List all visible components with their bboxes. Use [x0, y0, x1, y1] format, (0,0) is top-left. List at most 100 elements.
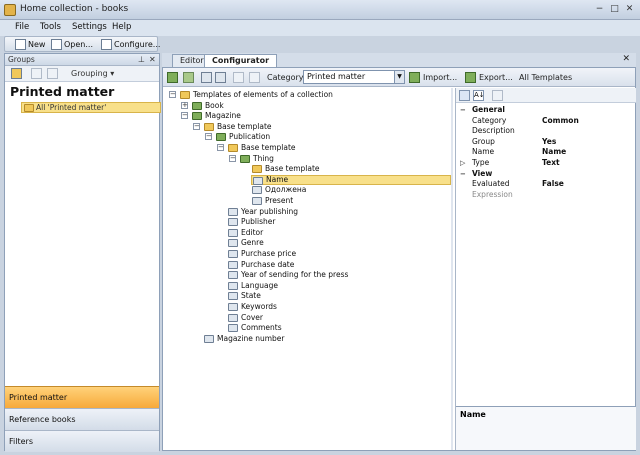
- delete-group-icon[interactable]: [47, 68, 58, 79]
- property-pages-icon[interactable]: [492, 90, 503, 101]
- nav-reference-books[interactable]: Reference books: [5, 408, 159, 430]
- property-row[interactable]: Description: [456, 126, 636, 136]
- property-value[interactable]: Yes: [542, 137, 556, 147]
- configure-button[interactable]: Configure...: [101, 38, 160, 51]
- tree-node[interactable]: Base template: [251, 164, 320, 174]
- tree-node[interactable]: Purchase date: [227, 260, 294, 270]
- categorized-icon[interactable]: [459, 90, 470, 101]
- tree-node[interactable]: Publisher: [227, 217, 275, 227]
- menu-help[interactable]: Help: [112, 22, 131, 32]
- tree-node[interactable]: Cover: [227, 313, 263, 323]
- export-button[interactable]: Export...: [479, 73, 513, 82]
- collapse-icon[interactable]: −: [169, 91, 176, 98]
- groups-panel: Groups ⊥ ✕ Grouping ▾ Printed matter All…: [4, 53, 161, 452]
- groups-close-icon[interactable]: ✕: [149, 54, 156, 66]
- collapse-icon[interactable]: −: [229, 154, 236, 162]
- collapse-icon[interactable]: −: [205, 133, 212, 141]
- open-button[interactable]: Open...: [51, 38, 93, 51]
- property-grid: A↓ − General Category Common Description Grou…: [455, 88, 636, 450]
- close-button[interactable]: ✕: [624, 4, 635, 15]
- tree-node[interactable]: Present: [251, 196, 293, 206]
- property-row[interactable]: Group Yes: [456, 137, 636, 147]
- expand-icon[interactable]: +: [181, 101, 188, 109]
- property-category[interactable]: − View: [456, 169, 636, 179]
- tree-node[interactable]: Name: [251, 174, 451, 185]
- property-row[interactable]: Expression: [456, 190, 636, 200]
- property-description: Name: [456, 406, 636, 450]
- tree-node[interactable]: Editor: [227, 228, 263, 238]
- tree-node[interactable]: Magazine number: [203, 334, 284, 344]
- collapse-icon[interactable]: −: [217, 144, 224, 151]
- collapse-icon[interactable]: −: [460, 169, 466, 179]
- menu-tools[interactable]: Tools: [40, 22, 61, 32]
- tree-splitter[interactable]: [451, 88, 453, 450]
- property-row[interactable]: ▷ Type Text: [456, 158, 636, 168]
- property-value[interactable]: Common: [542, 116, 579, 126]
- groups-toolbar: Grouping ▾: [5, 66, 159, 82]
- collapse-icon[interactable]: −: [193, 122, 200, 130]
- add-template-icon[interactable]: [167, 72, 178, 83]
- template-icon: [216, 133, 226, 142]
- category-select[interactable]: Printed matter ▼: [303, 70, 405, 84]
- import-button[interactable]: Import...: [423, 73, 457, 82]
- menu-settings[interactable]: Settings: [72, 22, 107, 32]
- tree-node[interactable]: Year of sending for the press: [227, 270, 348, 280]
- property-row[interactable]: Evaluated False: [456, 179, 636, 189]
- tree-node[interactable]: Year publishing: [227, 207, 298, 217]
- move-down-icon[interactable]: [249, 72, 260, 83]
- nav-filters[interactable]: Filters: [5, 430, 159, 452]
- tree-node-label: Year publishing: [241, 206, 298, 216]
- tree-node[interactable]: + Book: [181, 101, 224, 111]
- new-button-label: New: [28, 40, 46, 49]
- tab-configurator[interactable]: Configurator: [204, 54, 278, 68]
- pin-icon[interactable]: ⊥: [138, 54, 145, 66]
- tree-node[interactable]: − Publication: [205, 132, 270, 142]
- expand-icon[interactable]: ▷: [460, 158, 465, 168]
- tree-node[interactable]: Purchase price: [227, 249, 296, 259]
- collapse-icon[interactable]: −: [460, 105, 466, 115]
- property-row[interactable]: Name Name: [456, 147, 636, 157]
- tree-node[interactable]: − Magazine: [181, 111, 241, 121]
- groups-header-title: Groups: [8, 55, 35, 64]
- tab-close-icon[interactable]: ✕: [622, 54, 630, 64]
- tree-node-label: Language: [241, 280, 279, 290]
- edit-group-icon[interactable]: [31, 68, 42, 79]
- configure-icon: [101, 39, 112, 50]
- all-templates-button[interactable]: All Templates: [519, 73, 572, 82]
- add-element-icon[interactable]: [183, 72, 194, 83]
- tree-node[interactable]: Одолжена: [251, 185, 306, 195]
- property-row[interactable]: Category Common: [456, 116, 636, 126]
- menu-file[interactable]: File: [15, 22, 29, 32]
- tree-node[interactable]: Comments: [227, 323, 282, 333]
- property-value[interactable]: Name: [542, 147, 566, 157]
- maximize-button[interactable]: □: [609, 4, 620, 15]
- tree-node[interactable]: Genre: [227, 238, 264, 248]
- delete-icon[interactable]: [215, 72, 226, 83]
- template-icon: [192, 101, 202, 110]
- nav-printed-matter[interactable]: Printed matter: [5, 386, 159, 408]
- property-category[interactable]: − General: [456, 105, 636, 115]
- minimize-button[interactable]: −: [594, 4, 605, 15]
- tree-node[interactable]: − Thing: [229, 154, 274, 164]
- tree-node[interactable]: − Base template: [193, 122, 272, 132]
- new-button[interactable]: New: [15, 38, 45, 51]
- move-up-icon[interactable]: [233, 72, 244, 83]
- import-icon: [409, 72, 420, 83]
- add-group-icon[interactable]: [11, 68, 22, 79]
- property-value[interactable]: False: [542, 179, 564, 189]
- tree-node[interactable]: Keywords: [227, 302, 277, 312]
- tree-node[interactable]: − Templates of elements of a collection: [169, 90, 333, 100]
- copy-icon[interactable]: [201, 72, 212, 83]
- tree-node[interactable]: − Base template: [217, 143, 296, 153]
- grouping-dropdown[interactable]: Grouping ▾: [71, 69, 114, 78]
- collapse-icon[interactable]: −: [181, 112, 188, 120]
- property-description-title: Name: [460, 410, 486, 419]
- tree-node[interactable]: Language: [227, 281, 278, 291]
- tree-node-label: Name: [266, 174, 289, 184]
- sort-alpha-icon[interactable]: A↓: [473, 90, 485, 101]
- tree-node[interactable]: State: [227, 291, 261, 301]
- property-name: General: [472, 105, 505, 114]
- tree-node-label: Genre: [241, 238, 264, 248]
- property-value[interactable]: Text: [542, 158, 560, 168]
- group-item-all[interactable]: All 'Printed matter': [21, 102, 161, 113]
